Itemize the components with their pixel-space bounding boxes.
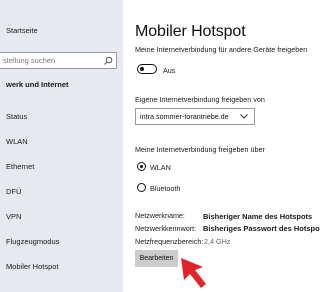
radio-wlan[interactable] xyxy=(137,162,146,171)
radio-bluetooth[interactable] xyxy=(137,183,146,192)
sidebar-home[interactable]: Startseite xyxy=(6,26,38,35)
radio-wlan-label: WLAN xyxy=(150,163,171,172)
sidebar-item-mobiler-hotspot[interactable]: Mobiler Hotspot xyxy=(6,262,59,271)
hotspot-toggle[interactable] xyxy=(137,64,157,74)
sidebar-item-status[interactable]: Status xyxy=(6,112,27,121)
pointer-arrow-icon xyxy=(181,258,206,288)
network-band-label: Netzfrequenzbereich: xyxy=(135,237,204,246)
toggle-state-label: Aus xyxy=(163,66,176,75)
network-password-label: Netzwerkkennwort: xyxy=(135,224,197,233)
network-name-label: Netzwerkname: xyxy=(135,211,185,220)
network-password-value: Bisheriges Passwort des Hotspots xyxy=(203,224,320,233)
share-from-label: Eigene Internetverbindung freigeben von xyxy=(135,95,265,104)
connection-select[interactable]: intra.sommer-torantriebe.de xyxy=(135,108,255,125)
radio-selected-dot xyxy=(139,164,144,169)
sidebar-item-vpn[interactable]: VPN xyxy=(6,212,21,221)
settings-search-input[interactable]: stellung suchen xyxy=(0,52,117,69)
radio-bluetooth-label: Bluetooth xyxy=(150,184,181,193)
sidebar-item-flugzeugmodus[interactable]: Flugzeugmodus xyxy=(6,237,59,246)
share-over-label: Meine Internetverbindung freigeben über xyxy=(135,145,265,154)
sidebar-section-heading: werk und Internet xyxy=(6,80,69,89)
settings-sidebar: Startseite stellung suchen werk und Inte… xyxy=(0,0,123,292)
page-title: Mobiler Hotspot xyxy=(135,23,246,40)
toggle-knob xyxy=(140,66,144,71)
connection-select-value: intra.sommer-torantriebe.de xyxy=(140,112,229,121)
hotspot-settings-page: Mobiler Hotspot Meine Internetverbindung… xyxy=(123,0,320,292)
sidebar-item-wlan[interactable]: WLAN xyxy=(6,137,28,146)
chevron-down-icon xyxy=(240,114,248,119)
edit-button[interactable]: Bearbeiten xyxy=(135,250,178,267)
sidebar-item-ethernet[interactable]: Ethernet xyxy=(6,162,34,171)
sidebar-item-dfue[interactable]: DFÜ xyxy=(6,187,21,196)
network-name-value: Bisheriger Name des Hotspots xyxy=(203,212,313,221)
network-band-value: 2,4 GHz xyxy=(204,237,231,246)
search-icon xyxy=(104,56,113,65)
search-placeholder: stellung suchen xyxy=(3,56,56,65)
share-description: Meine Internetverbindung für andere Gerä… xyxy=(135,45,308,54)
